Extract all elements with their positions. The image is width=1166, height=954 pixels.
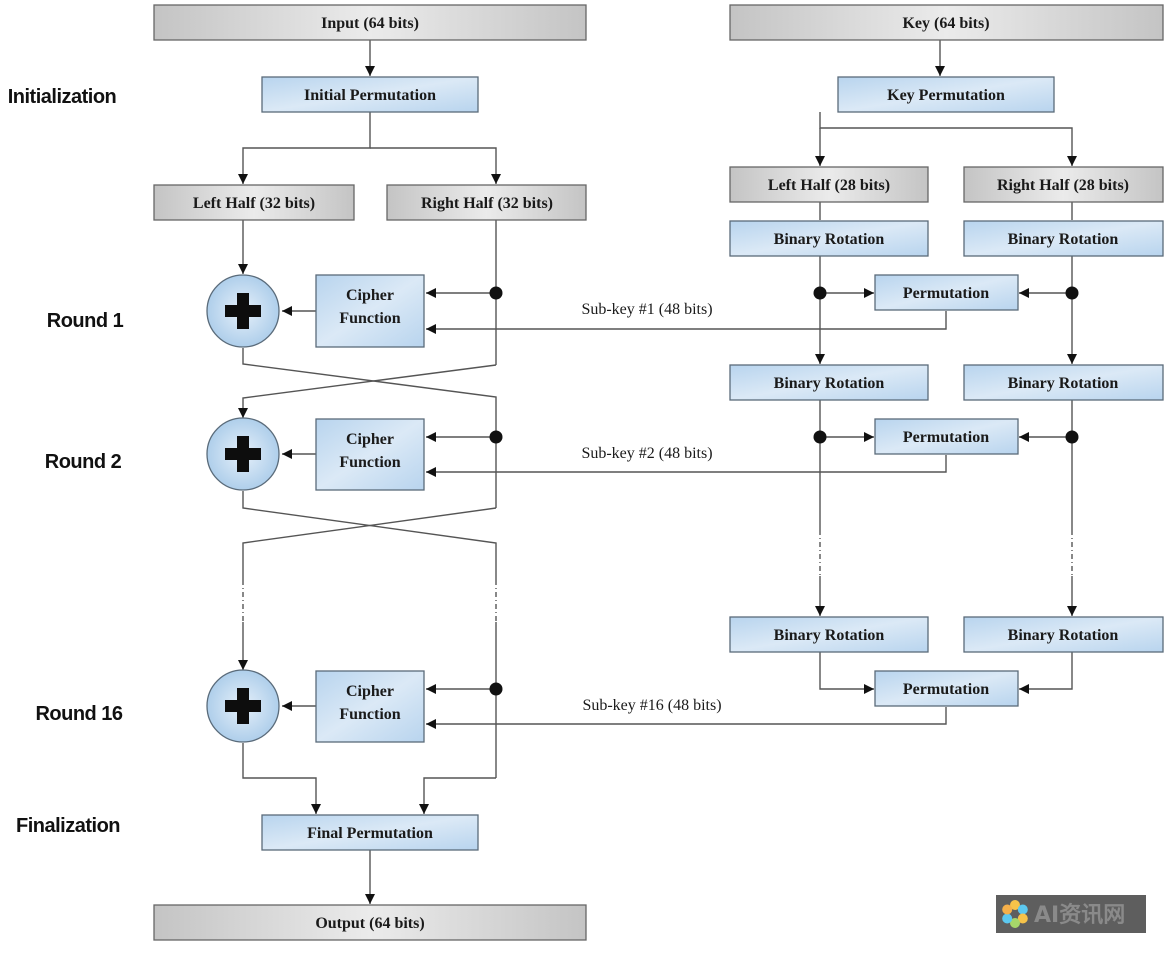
xor-node-round-16 — [206, 669, 280, 743]
binary-rotation-label: Binary Rotation — [1008, 627, 1119, 644]
cipher-label-line1: Cipher — [346, 431, 394, 448]
cipher-function-box-round-1: Cipher Function — [315, 274, 425, 348]
subkey-2-label: Sub-key #2 (48 bits) — [581, 445, 712, 462]
permutation-label: Permutation — [903, 285, 989, 302]
key-permutation-round-16: Permutation — [874, 670, 1019, 707]
left-half-28-box: Left Half (28 bits) — [729, 166, 929, 203]
binary-rotation-right-round-1: Binary Rotation — [963, 220, 1164, 257]
permutation-label: Permutation — [903, 681, 989, 698]
binary-rotation-left-round-2: Binary Rotation — [729, 364, 929, 401]
cipher-label-line2: Function — [339, 310, 400, 327]
subkey-16-label: Sub-key #16 (48 bits) — [582, 697, 721, 714]
binary-rotation-label: Binary Rotation — [1008, 375, 1119, 392]
left-half-28-label: Left Half (28 bits) — [768, 177, 890, 194]
permutation-label: Permutation — [903, 429, 989, 446]
initial-permutation-label: Initial Permutation — [304, 87, 436, 104]
left-half-32-box: Left Half (32 bits) — [153, 184, 355, 221]
input-box: Input (64 bits) — [153, 4, 587, 41]
final-permutation-box: Final Permutation — [261, 814, 479, 851]
stage-label-finalization: Finalization — [16, 815, 120, 837]
cipher-label-line1: Cipher — [346, 683, 394, 700]
cipher-function-box-round-2: Cipher Function — [315, 418, 425, 491]
cipher-function-box-round-16: Cipher Function — [315, 670, 425, 743]
right-half-32-label: Right Half (32 bits) — [421, 195, 553, 212]
right-half-32-box: Right Half (32 bits) — [386, 184, 587, 221]
key-permutation-label: Key Permutation — [887, 87, 1005, 104]
key-box: Key (64 bits) — [729, 4, 1164, 41]
stage-label-round-2: Round 2 — [45, 451, 122, 473]
binary-rotation-left-round-1: Binary Rotation — [729, 220, 929, 257]
binary-rotation-label: Binary Rotation — [1008, 231, 1119, 248]
key-permutation-round-1: Permutation — [874, 274, 1019, 311]
right-half-28-box: Right Half (28 bits) — [963, 166, 1164, 203]
xor-node-round-2 — [206, 417, 280, 491]
subkey-1-label: Sub-key #1 (48 bits) — [581, 301, 712, 318]
input-label: Input (64 bits) — [321, 15, 419, 32]
binary-rotation-right-round-2: Binary Rotation — [963, 364, 1164, 401]
binary-rotation-right-round-16: Binary Rotation — [963, 616, 1164, 653]
watermark-text: AI资讯网 — [1034, 903, 1125, 928]
xor-node-round-1 — [206, 274, 280, 348]
binary-rotation-label: Binary Rotation — [774, 375, 885, 392]
output-label: Output (64 bits) — [315, 915, 424, 932]
binary-rotation-left-round-16: Binary Rotation — [729, 616, 929, 653]
right-half-28-label: Right Half (28 bits) — [997, 177, 1129, 194]
initial-permutation-box: Initial Permutation — [261, 76, 479, 113]
cipher-label-line2: Function — [339, 706, 400, 723]
key-permutation-round-2: Permutation — [874, 418, 1019, 455]
watermark: AI资讯网 — [996, 895, 1146, 933]
stage-label-round-16: Round 16 — [35, 703, 122, 725]
key-label: Key (64 bits) — [902, 15, 989, 32]
cipher-label-line2: Function — [339, 454, 400, 471]
binary-rotation-label: Binary Rotation — [774, 627, 885, 644]
output-box: Output (64 bits) — [153, 904, 587, 941]
left-half-32-label: Left Half (32 bits) — [193, 195, 315, 212]
cipher-label-line1: Cipher — [346, 287, 394, 304]
des-diagram: Initialization Round 1 Round 2 Round 16 … — [8, 4, 1164, 941]
final-permutation-label: Final Permutation — [307, 825, 433, 842]
stage-label-round-1: Round 1 — [47, 310, 124, 332]
stage-label-initialization: Initialization — [8, 86, 117, 108]
key-permutation-box: Key Permutation — [837, 76, 1055, 113]
binary-rotation-label: Binary Rotation — [774, 231, 885, 248]
